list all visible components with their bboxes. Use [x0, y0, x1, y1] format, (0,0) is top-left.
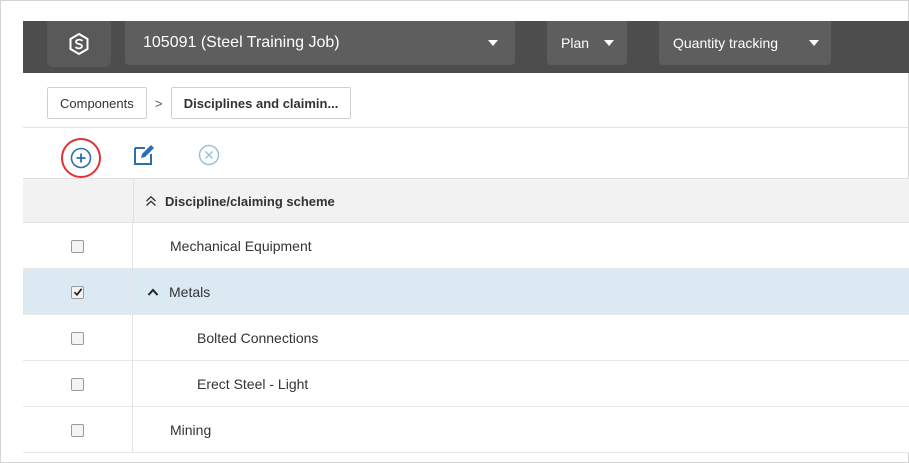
- plan-menu-label: Plan: [561, 35, 590, 51]
- breadcrumb: Components > Disciplines and claimin...: [47, 87, 352, 119]
- row-label: Mining: [170, 422, 212, 438]
- checkmark-icon: [73, 288, 82, 297]
- chevron-up-icon[interactable]: [147, 287, 159, 297]
- checkbox-cell: [23, 407, 133, 453]
- column-header-label: Discipline/claiming scheme: [165, 193, 335, 209]
- row-checkbox[interactable]: [71, 285, 84, 299]
- job-selector[interactable]: 105091 (Steel Training Job): [125, 21, 515, 65]
- quantity-tracking-menu[interactable]: Quantity tracking: [659, 21, 831, 65]
- table-header: Discipline/claiming scheme: [23, 178, 909, 224]
- row-label: Metals: [169, 284, 211, 300]
- add-button[interactable]: [61, 138, 101, 178]
- app-logo[interactable]: [47, 21, 111, 67]
- window-frame: 105091 (Steel Training Job) Plan Quantit…: [0, 0, 909, 463]
- delete-button[interactable]: [195, 141, 223, 169]
- disciplines-table: Discipline/claiming scheme Mechanical Eq…: [23, 178, 909, 463]
- checkbox-cell: [23, 223, 133, 269]
- chevron-down-icon: [604, 40, 614, 46]
- logo-icon: [69, 32, 89, 56]
- row-checkbox[interactable]: [71, 377, 84, 391]
- table-row[interactable]: Mining: [23, 407, 909, 453]
- table-row[interactable]: Mechanical Equipment: [23, 223, 909, 269]
- column-divider: [133, 179, 134, 224]
- checkbox-cell: [23, 315, 133, 361]
- add-icon: [70, 147, 92, 169]
- table-row[interactable]: Bolted Connections: [23, 315, 909, 361]
- checkbox-cell: [23, 269, 133, 315]
- row-label-group: Metals: [147, 269, 210, 315]
- row-label: Erect Steel - Light: [197, 376, 309, 392]
- row-label: Mechanical Equipment: [170, 238, 312, 254]
- table-row[interactable]: Erect Steel - Light: [23, 361, 909, 407]
- chevron-down-icon: [809, 40, 819, 46]
- breadcrumb-separator: >: [154, 95, 163, 111]
- toolbar: [23, 128, 909, 178]
- top-navigation-bar: 105091 (Steel Training Job) Plan Quantit…: [23, 21, 909, 73]
- row-checkbox[interactable]: [71, 331, 84, 345]
- row-checkbox[interactable]: [71, 423, 84, 437]
- row-label: Bolted Connections: [197, 330, 319, 346]
- edit-button[interactable]: [129, 140, 159, 170]
- chevron-down-icon: [488, 40, 498, 46]
- quantity-tracking-label: Quantity tracking: [673, 35, 779, 51]
- job-name: 105091 (Steel Training Job): [143, 34, 340, 51]
- breadcrumb-components[interactable]: Components: [47, 87, 147, 119]
- table-row[interactable]: Metals: [23, 269, 909, 315]
- edit-icon: [134, 145, 154, 165]
- breadcrumb-disciplines[interactable]: Disciplines and claimin...: [170, 87, 352, 119]
- checkbox-cell: [23, 361, 133, 407]
- collapse-all-icon[interactable]: [145, 195, 157, 207]
- column-header-discipline[interactable]: Discipline/claiming scheme: [145, 179, 335, 223]
- row-checkbox[interactable]: [71, 239, 84, 253]
- plan-menu[interactable]: Plan: [547, 21, 627, 65]
- delete-icon: [198, 144, 220, 166]
